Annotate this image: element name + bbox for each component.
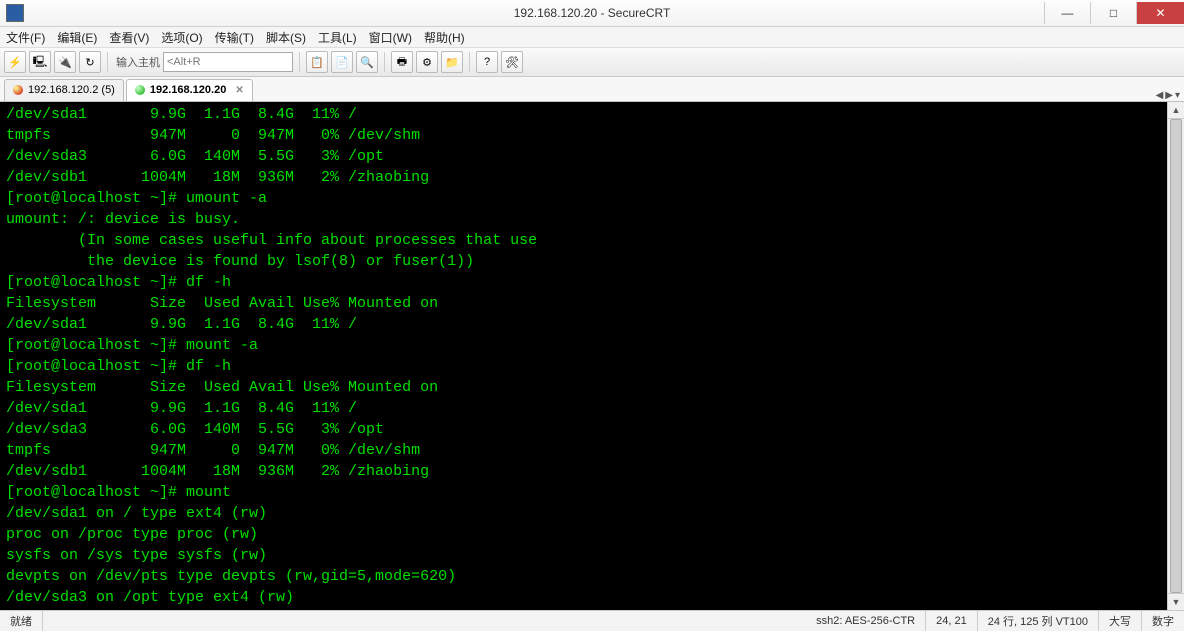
status-bar: 就绪 ssh2: AES-256-CTR 24, 21 24 行, 125 列 … bbox=[0, 610, 1184, 631]
minimize-button[interactable]: — bbox=[1044, 2, 1090, 24]
menu-help[interactable]: 帮助(H) bbox=[424, 29, 465, 46]
toolbar-separator bbox=[469, 52, 470, 72]
status-dot-icon bbox=[135, 85, 145, 95]
toolbar-separator bbox=[384, 52, 385, 72]
menu-options[interactable]: 选项(O) bbox=[161, 29, 202, 46]
sessions-icon[interactable]: 📁 bbox=[441, 51, 463, 73]
host-input[interactable] bbox=[163, 52, 293, 72]
disconnect-icon[interactable]: 🔌 bbox=[54, 51, 76, 73]
menu-file[interactable]: 文件(F) bbox=[6, 29, 45, 46]
quick-connect-icon[interactable]: ⚡ bbox=[4, 51, 26, 73]
find-icon[interactable]: 🔍 bbox=[356, 51, 378, 73]
terminal[interactable]: /dev/sda1 9.9G 1.1G 8.4G 11% / tmpfs 947… bbox=[0, 102, 1167, 610]
title-bar: 192.168.120.20 - SecureCRT — □ ✕ bbox=[0, 0, 1184, 27]
scroll-down-icon[interactable]: ▼ bbox=[1168, 593, 1184, 610]
paste-icon[interactable]: 📄 bbox=[331, 51, 353, 73]
maximize-button[interactable]: □ bbox=[1090, 2, 1136, 24]
toolbar: ⚡ 🖳 🔌 ↻ 输入主机 📋 📄 🔍 🖶 ⚙ 📁 ? 🛠 bbox=[0, 48, 1184, 77]
window-title: 192.168.120.20 - SecureCRT bbox=[514, 6, 671, 20]
options-icon[interactable]: 🛠 bbox=[501, 51, 523, 73]
tab-list-icon[interactable]: ▾ bbox=[1175, 90, 1180, 101]
session-tab[interactable]: 192.168.120.2 (5) bbox=[4, 79, 124, 101]
help-icon[interactable]: ? bbox=[476, 51, 498, 73]
close-button[interactable]: ✕ bbox=[1136, 2, 1184, 24]
status-dot-icon bbox=[13, 85, 23, 95]
menu-script[interactable]: 脚本(S) bbox=[266, 29, 306, 46]
tab-prev-icon[interactable]: ◀ bbox=[1156, 90, 1164, 101]
tab-label: 192.168.120.20 bbox=[150, 84, 226, 96]
reconnect-icon[interactable]: ↻ bbox=[79, 51, 101, 73]
scrollbar[interactable]: ▲ ▼ bbox=[1167, 102, 1184, 610]
status-cursor: 24, 21 bbox=[926, 611, 978, 631]
toolbar-separator bbox=[107, 52, 108, 72]
menu-tools[interactable]: 工具(L) bbox=[318, 29, 357, 46]
menu-view[interactable]: 查看(V) bbox=[109, 29, 149, 46]
scroll-thumb[interactable] bbox=[1170, 119, 1182, 593]
tab-label: 192.168.120.2 (5) bbox=[28, 84, 115, 96]
menu-edit[interactable]: 编辑(E) bbox=[57, 29, 97, 46]
scroll-up-icon[interactable]: ▲ bbox=[1168, 102, 1184, 119]
menu-bar: 文件(F) 编辑(E) 查看(V) 选项(O) 传输(T) 脚本(S) 工具(L… bbox=[0, 27, 1184, 48]
properties-icon[interactable]: ⚙ bbox=[416, 51, 438, 73]
app-icon bbox=[6, 4, 24, 22]
terminal-area: /dev/sda1 9.9G 1.1G 8.4G 11% / tmpfs 947… bbox=[0, 102, 1184, 610]
tab-nav: ◀ ▶ ▾ bbox=[1156, 90, 1180, 101]
connect-icon[interactable]: 🖳 bbox=[29, 51, 51, 73]
session-tab-active[interactable]: 192.168.120.20 ✕ bbox=[126, 79, 253, 101]
menu-window[interactable]: 窗口(W) bbox=[369, 29, 412, 46]
status-protocol: ssh2: AES-256-CTR bbox=[806, 611, 926, 631]
status-ready: 就绪 bbox=[0, 611, 43, 631]
tab-close-icon[interactable]: ✕ bbox=[235, 85, 243, 96]
copy-icon[interactable]: 📋 bbox=[306, 51, 328, 73]
status-caps: 大写 bbox=[1099, 611, 1142, 631]
toolbar-separator bbox=[299, 52, 300, 72]
status-num: 数字 bbox=[1142, 611, 1184, 631]
tab-bar: 192.168.120.2 (5) 192.168.120.20 ✕ ◀ ▶ ▾ bbox=[0, 77, 1184, 101]
tab-next-icon[interactable]: ▶ bbox=[1165, 90, 1173, 101]
status-size: 24 行, 125 列 VT100 bbox=[978, 611, 1099, 631]
print-icon[interactable]: 🖶 bbox=[391, 51, 413, 73]
window-buttons: — □ ✕ bbox=[1044, 2, 1184, 24]
host-label: 输入主机 bbox=[116, 54, 160, 70]
menu-transfer[interactable]: 传输(T) bbox=[215, 29, 254, 46]
